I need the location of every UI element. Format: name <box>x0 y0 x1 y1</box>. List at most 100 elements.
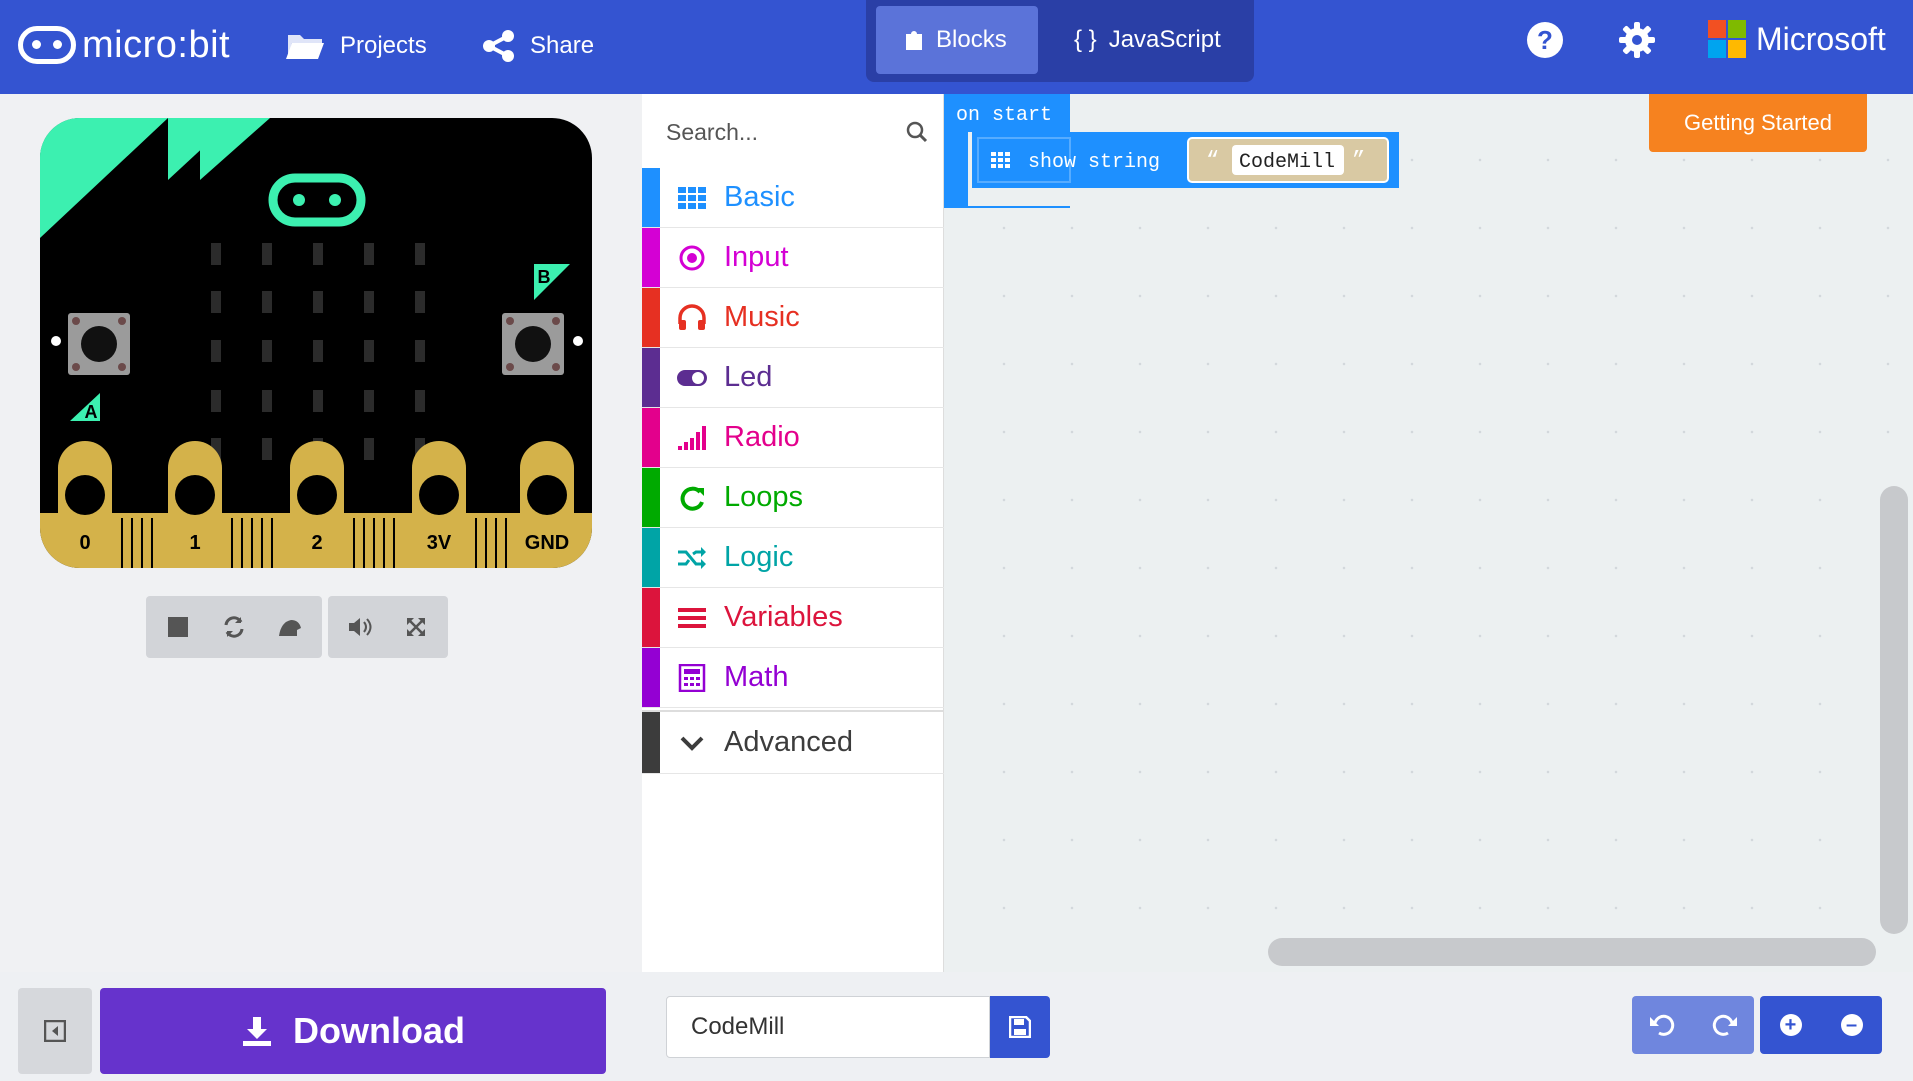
pin-label-3v: 3V <box>427 532 452 554</box>
show-string-label: show string <box>1028 151 1160 174</box>
on-start-label: on start <box>956 104 1052 127</box>
braces-icon: { } <box>1074 26 1097 53</box>
pin-label-2: 2 <box>311 532 322 554</box>
javascript-tab[interactable]: { } JavaScript <box>1046 6 1249 74</box>
shuffle-icon <box>678 546 706 569</box>
calculator-icon <box>678 663 706 692</box>
target-icon <box>679 245 705 270</box>
on-start-block[interactable]: on start show string “ ” CodeMill <box>944 94 1404 214</box>
category-label: Math <box>724 661 789 693</box>
microsoft-logo[interactable]: Microsoft <box>1708 20 1886 58</box>
headphones-icon <box>678 303 706 330</box>
blocks-workspace[interactable]: on start show string “ ” CodeMill Gettin… <box>944 94 1913 972</box>
getting-started-button[interactable]: Getting Started <box>1649 94 1867 152</box>
pin-label-1: 1 <box>189 532 200 554</box>
share-label: Share <box>530 32 595 59</box>
microbit-logo[interactable]: micro:bit <box>18 20 230 70</box>
microbit-board[interactable]: 0 1 2 3V GND A B <box>40 118 592 568</box>
simulator-pane: 0 1 2 3V GND A B <box>0 94 642 972</box>
save-button[interactable] <box>990 996 1050 1058</box>
mute-icon[interactable] <box>338 605 382 649</box>
category-label: Loops <box>724 481 804 513</box>
category-math[interactable]: Math <box>642 648 944 708</box>
category-logic[interactable]: Logic <box>642 528 944 588</box>
chevron-down-icon <box>680 736 704 751</box>
sim-control-group-main <box>146 596 322 658</box>
zoom-group: + – <box>1760 996 1882 1054</box>
undo-redo-group <box>1632 996 1754 1054</box>
blocks-label: Blocks <box>936 26 1007 53</box>
slow-mo-icon[interactable] <box>268 605 312 649</box>
redo-icon[interactable] <box>1710 1013 1738 1037</box>
string-value[interactable]: CodeMill <box>1239 151 1335 174</box>
collapse-simulator-button[interactable] <box>18 988 92 1074</box>
lines-icon <box>678 607 706 628</box>
search-input[interactable]: Search... <box>666 119 758 146</box>
help-icon[interactable]: ? <box>1527 22 1563 58</box>
fullscreen-icon[interactable] <box>394 605 438 649</box>
sim-control-group-extra <box>328 596 448 658</box>
close-quote-icon: ” <box>1352 148 1365 173</box>
restart-icon[interactable] <box>212 605 256 649</box>
download-label: Download <box>293 1010 465 1051</box>
category-label: Logic <box>724 541 794 573</box>
toggle-icon <box>677 369 707 386</box>
led-matrix <box>211 243 425 460</box>
folder-icon <box>286 35 324 59</box>
button-a-label: A <box>85 402 98 422</box>
zoom-out-icon[interactable]: – <box>1840 1014 1863 1036</box>
category-label: Radio <box>724 421 800 453</box>
horizontal-scrollbar[interactable] <box>1268 938 1876 966</box>
toolbox-search[interactable]: Search... <box>666 108 928 156</box>
category-label: Basic <box>724 181 795 213</box>
microsoft-label: Microsoft <box>1756 20 1886 57</box>
share-button[interactable]: Share <box>482 24 594 68</box>
search-icon <box>906 121 928 143</box>
grid-icon <box>678 186 706 209</box>
category-input[interactable]: Input <box>642 228 944 288</box>
button-b-label: B <box>538 267 551 287</box>
category-label: Input <box>724 241 789 273</box>
loop-icon <box>680 486 704 511</box>
save-icon <box>1009 1016 1031 1038</box>
category-advanced[interactable]: Advanced <box>642 710 944 774</box>
blocks-tab[interactable]: Blocks <box>876 6 1038 74</box>
project-name-input[interactable] <box>666 996 990 1058</box>
bottom-bar: Download + – <box>0 972 1913 1081</box>
category-label: Advanced <box>724 726 853 758</box>
category-label: Music <box>724 301 800 333</box>
category-basic[interactable]: Basic <box>642 168 944 228</box>
projects-button[interactable]: Projects <box>286 24 427 68</box>
collapse-left-icon <box>44 1020 66 1042</box>
toolbox: Search... Basic Input Music Led Radio Lo… <box>642 94 944 972</box>
pin-label-gnd: GND <box>525 532 569 554</box>
javascript-label: JavaScript <box>1108 26 1221 53</box>
category-label: Variables <box>724 601 843 633</box>
puzzle-piece-icon <box>906 31 922 50</box>
stop-icon[interactable] <box>156 605 200 649</box>
category-music[interactable]: Music <box>642 288 944 348</box>
editor-mode-switch: Blocks { } JavaScript <box>866 0 1254 82</box>
category-loops[interactable]: Loops <box>642 468 944 528</box>
category-radio[interactable]: Radio <box>642 408 944 468</box>
top-bar: micro:bit Projects Share Blocks { } Java… <box>0 0 1913 94</box>
vertical-scrollbar[interactable] <box>1880 486 1908 934</box>
board-graphic: 0 1 2 3V GND A B <box>40 118 592 568</box>
simulator-controls <box>146 596 448 658</box>
undo-icon[interactable] <box>1649 1013 1677 1037</box>
gear-icon[interactable] <box>1617 20 1657 60</box>
category-label: Led <box>724 361 773 393</box>
category-variables[interactable]: Variables <box>642 588 944 648</box>
signal-icon <box>678 425 706 450</box>
projects-label: Projects <box>340 32 427 59</box>
category-led[interactable]: Led <box>642 348 944 408</box>
download-icon <box>243 1017 271 1046</box>
share-icon <box>483 30 514 62</box>
open-quote-icon: “ <box>1206 148 1219 173</box>
microbit-logo-icon <box>18 26 76 64</box>
download-button[interactable]: Download <box>100 988 606 1074</box>
microsoft-squares-icon <box>1708 20 1746 58</box>
zoom-in-icon[interactable]: + <box>1779 1014 1802 1036</box>
logo-text: micro:bit <box>82 23 231 66</box>
pin-label-0: 0 <box>79 532 90 554</box>
